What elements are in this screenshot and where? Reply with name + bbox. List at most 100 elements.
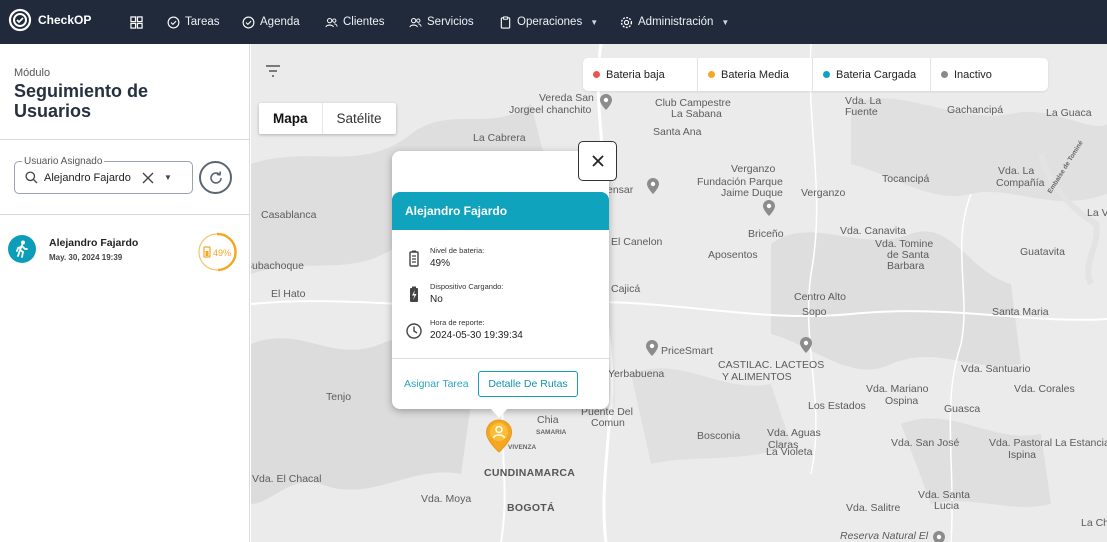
status-dot-icon [708, 71, 715, 78]
popup-title: Alejandro Fajardo [392, 192, 609, 230]
nav-administracion[interactable]: Administración ▼ [620, 0, 729, 44]
chevron-down-icon: ▼ [590, 17, 599, 27]
battery-icon [409, 250, 419, 267]
legend-item-medium-battery: Bateria Media [698, 58, 813, 91]
map-canvas[interactable]: Bateria baja Bateria Media Bateria Carga… [251, 44, 1107, 542]
route-details-button[interactable]: Detalle De Rutas [478, 371, 578, 397]
assign-task-link[interactable]: Asignar Tarea [404, 378, 469, 390]
walking-person-icon [16, 240, 28, 258]
users-icon [409, 17, 422, 27]
user-list-item[interactable]: Alejandro Fajardo May. 30, 2024 19:39 49… [0, 220, 250, 282]
map-label: Los Estados [808, 400, 866, 412]
map-label: Vda. Corales [1014, 383, 1075, 395]
map-label: La Ch [1081, 517, 1107, 529]
map-label: Guatavita [1020, 246, 1065, 258]
map-label: Vda. Moya [421, 493, 472, 505]
map-label: Tocancipá [882, 173, 930, 185]
map-view-button[interactable]: Mapa [259, 103, 322, 134]
nav-tareas[interactable]: Tareas [167, 0, 220, 44]
map-label: La Cabrera [473, 132, 526, 144]
map-label: La Sabana [671, 108, 722, 120]
map-label: Vda. Aguas [767, 427, 821, 439]
avatar [8, 235, 36, 263]
brand-name: CheckOP [38, 13, 92, 27]
legend-label: Inactivo [954, 68, 992, 81]
clock-icon [406, 323, 422, 339]
map-label: La Violeta [766, 446, 813, 458]
place-pin-icon [763, 200, 775, 216]
map-label: Sopo [802, 306, 827, 318]
satellite-view-button[interactable]: Satélite [321, 103, 396, 134]
top-navbar: CheckOP Tareas Agenda Clientes Servicios… [0, 0, 1107, 44]
status-legend: Bateria baja Bateria Media Bateria Carga… [583, 58, 1048, 91]
map-label: Gachancipá [947, 104, 1004, 116]
filter-icon[interactable] [265, 64, 281, 78]
clear-icon[interactable] [142, 172, 154, 184]
map-label: Vda. Salitre [846, 502, 901, 514]
page-title: Seguimiento de Usuarios [14, 81, 149, 121]
map-label: Vereda San [539, 92, 594, 104]
nav-operaciones-label: Operaciones [517, 16, 583, 28]
status-dot-icon [593, 71, 600, 78]
map-label: Ispina [1008, 449, 1037, 461]
chevron-down-icon: ▼ [721, 17, 730, 27]
map-label: Jorgeel chanchito [509, 104, 592, 116]
nav-agenda[interactable]: Agenda [242, 0, 300, 44]
close-icon [591, 155, 604, 167]
map-label: Briceño [748, 228, 784, 240]
map-label: Subachoque [251, 260, 304, 272]
map-label: Y ALIMENTOS [722, 371, 792, 383]
map-label: BOGOTÁ [507, 502, 555, 514]
map-label: Fuente [845, 106, 878, 118]
map-label: Verganzo [731, 163, 776, 175]
map-label: Chia [537, 414, 559, 426]
map-label: Vda. Mariano [866, 383, 929, 395]
brand[interactable]: CheckOP [8, 8, 91, 32]
divider [0, 139, 250, 140]
users-icon [325, 17, 338, 27]
map-label: PriceSmart [661, 345, 713, 357]
map-label: Tenjo [326, 391, 352, 403]
map-label: Cajicá [611, 283, 641, 295]
map-label: Reserva Natural El [840, 530, 929, 542]
assigned-user-value: Alejandro Fajardo [44, 171, 131, 184]
battery-charging-icon [410, 286, 418, 302]
refresh-button[interactable] [199, 161, 232, 194]
map-label: Vda. Canavita [840, 225, 906, 237]
nav-clientes[interactable]: Clientes [325, 0, 385, 44]
map-label: Casablanca [261, 209, 317, 221]
chevron-down-icon[interactable]: ▼ [164, 173, 172, 182]
map-label: La V [1087, 207, 1107, 219]
map-label: Vda. El Chacal [252, 473, 322, 485]
map-label: Vda. Santuario [961, 363, 1031, 375]
map-label: Aposentos [708, 249, 758, 261]
clipboard-icon [500, 15, 511, 29]
map-label: Verganzo [801, 187, 846, 199]
user-name: Alejandro Fajardo [49, 237, 139, 249]
map-label: Ospina [885, 395, 919, 407]
sidebar: Módulo Seguimiento de Usuarios Alejandro… [0, 44, 250, 542]
charging-value: No [430, 294, 443, 305]
map-label: Jaime Duque [721, 187, 783, 199]
map-label: Centro Alto [794, 291, 846, 303]
battery-percentage: 49% [213, 248, 231, 258]
nav-clientes-label: Clientes [343, 16, 385, 28]
nav-operaciones[interactable]: Operaciones ▼ [499, 0, 598, 44]
check-circle-icon [242, 16, 255, 28]
divider [392, 358, 609, 359]
report-time-label: Hora de reporte: [430, 318, 485, 327]
battery-progress-ring: 49% [198, 232, 237, 272]
map-label: Comun [591, 417, 625, 429]
dashboard-button[interactable] [130, 0, 143, 44]
map-label: SAMARIA [536, 429, 567, 436]
module-label: Módulo [14, 67, 51, 79]
battery-value: 49% [430, 258, 451, 269]
refresh-icon [209, 170, 222, 184]
user-location-marker-icon[interactable] [485, 419, 513, 453]
map-label: El Canelon [611, 236, 663, 248]
close-button[interactable] [578, 141, 617, 181]
check-circle-icon [167, 16, 180, 28]
map-label: CASTILAC. LACTEOS [718, 359, 825, 371]
map-label: Santa Maria [992, 306, 1049, 318]
nav-servicios[interactable]: Servicios [409, 0, 474, 44]
